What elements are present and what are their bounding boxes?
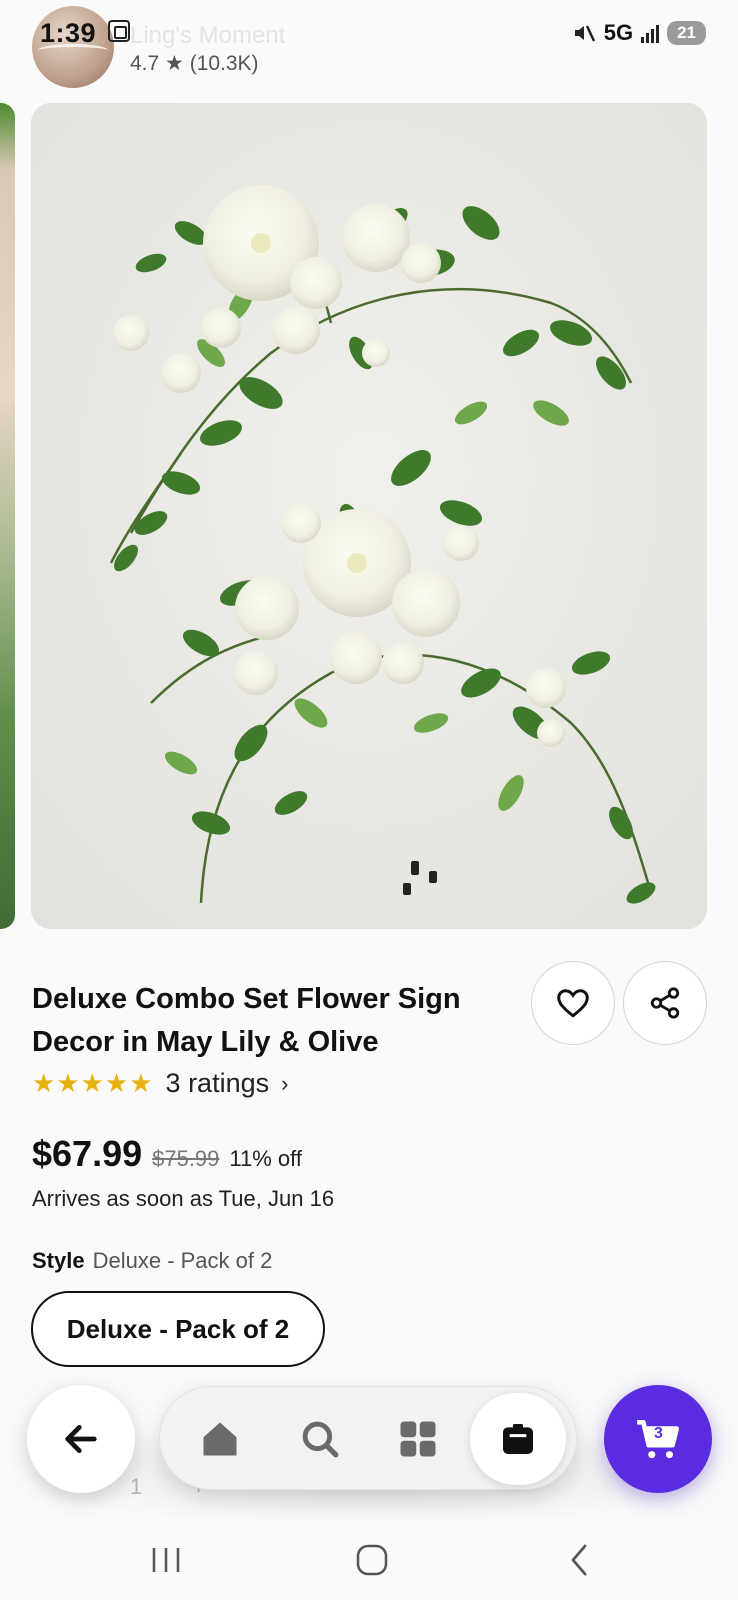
nav-categories[interactable] (388, 1409, 448, 1469)
price-row: $67.99 $75.99 11% off (32, 1133, 302, 1175)
back-button[interactable] (27, 1385, 135, 1493)
chevron-left-icon (571, 1544, 587, 1576)
carousel-previous-image[interactable] (0, 103, 15, 929)
grid-icon (400, 1421, 436, 1457)
share-button[interactable] (623, 961, 707, 1045)
product-image[interactable] (31, 103, 707, 929)
product-title: Deluxe Combo Set Flower Sign Decor in Ma… (32, 983, 461, 1058)
favorite-button[interactable] (531, 961, 615, 1045)
style-option-chip[interactable]: Deluxe - Pack of 2 (31, 1291, 325, 1367)
style-value: Deluxe - Pack of 2 (92, 1248, 273, 1273)
mute-icon (574, 25, 595, 42)
arrow-left-icon (65, 1425, 97, 1453)
rating-count: 3 ratings (165, 1068, 270, 1098)
star-rating: ★★★★★ (32, 1068, 154, 1098)
home-circle-icon (356, 1544, 388, 1576)
network-label: 5G (603, 20, 634, 45)
recent-apps-icon (152, 1548, 180, 1572)
gift-box-icon (503, 1424, 533, 1454)
cart-button[interactable]: 3 (604, 1385, 712, 1493)
search-icon (302, 1421, 339, 1458)
flower-arrangement-image (31, 103, 707, 929)
home-system-button[interactable] (348, 1538, 396, 1582)
style-row: Style Deluxe - Pack of 2 (32, 1248, 272, 1274)
screen-record-icon (108, 20, 130, 42)
original-price: $75.99 (152, 1146, 220, 1171)
discount-label: 11% off (229, 1146, 302, 1171)
bottom-nav (159, 1386, 577, 1490)
ratings-link[interactable]: ★★★★★ 3 ratings › (32, 1068, 288, 1099)
battery-indicator: 21 (667, 21, 706, 45)
home-icon (203, 1422, 237, 1456)
share-icon (650, 987, 680, 1019)
status-icons: 5G 21 (572, 20, 706, 46)
recent-apps-button[interactable] (142, 1538, 190, 1582)
system-navigation-bar (0, 1520, 738, 1600)
status-bar: 1:39 5G 21 (0, 0, 738, 70)
delivery-estimate: Arrives as soon as Tue, Jun 16 (32, 1186, 335, 1211)
chevron-right-icon: › (281, 1070, 289, 1096)
nav-deals[interactable] (470, 1393, 566, 1485)
cart-count-badge: 3 (654, 1425, 663, 1442)
nav-home[interactable] (190, 1409, 250, 1469)
nav-search[interactable] (290, 1409, 350, 1469)
current-price: $67.99 (32, 1133, 143, 1174)
status-time: 1:39 (40, 18, 97, 48)
signal-icon (641, 23, 660, 43)
style-label: Style (32, 1248, 85, 1273)
system-back-button[interactable] (556, 1538, 604, 1582)
heart-icon (557, 989, 589, 1018)
